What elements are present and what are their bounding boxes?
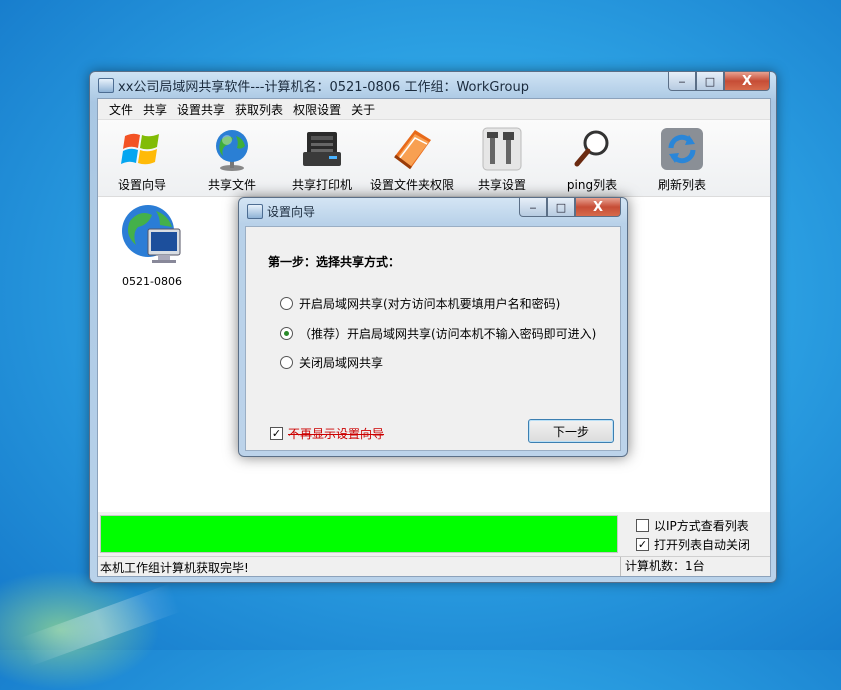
radio-label: （推荐）开启局域网共享(访问本机不输入密码即可进入) bbox=[299, 327, 597, 341]
tool-label: ping列表 bbox=[566, 178, 618, 192]
menu-permissions[interactable]: 权限设置 bbox=[288, 101, 346, 118]
progress-bar bbox=[100, 515, 618, 553]
tools-icon bbox=[479, 126, 525, 172]
menu-about[interactable]: 关于 bbox=[346, 101, 380, 118]
menu-set-share[interactable]: 设置共享 bbox=[172, 101, 230, 118]
bottom-panel: 以IP方式查看列表 ✓ 打开列表自动关闭 bbox=[98, 512, 770, 556]
globe-icon bbox=[209, 126, 255, 172]
radio-label: 开启局域网共享(对方访问本机要填用户名和密码) bbox=[299, 297, 561, 311]
close-button[interactable]: X bbox=[724, 72, 770, 91]
close-icon: X bbox=[741, 73, 753, 89]
statusbar: 本机工作组计算机获取完毕! 计算机数：1台 bbox=[98, 556, 770, 576]
tool-ping-list[interactable]: ping列表 bbox=[552, 126, 632, 193]
tool-share-settings[interactable]: 共享设置 bbox=[462, 126, 542, 193]
minimize-icon: ‒ bbox=[678, 74, 686, 88]
menu-file[interactable]: 文件 bbox=[104, 101, 138, 118]
caption-buttons: ‒ □ X bbox=[668, 72, 770, 91]
close-icon: X bbox=[592, 199, 604, 215]
step-heading: 第一步：选择共享方式： bbox=[268, 255, 401, 269]
tool-share-files[interactable]: 共享文件 bbox=[192, 126, 272, 193]
next-button[interactable]: 下一步 bbox=[528, 419, 614, 443]
tool-refresh-list[interactable]: 刷新列表 bbox=[642, 126, 722, 193]
radio-circle[interactable] bbox=[280, 297, 293, 310]
dialog-icon bbox=[247, 204, 263, 219]
ip-view-checkbox[interactable]: 以IP方式查看列表 bbox=[636, 517, 749, 534]
tool-label: 设置文件夹权限 bbox=[370, 178, 455, 192]
checkbox-box[interactable] bbox=[636, 519, 649, 532]
radio-circle-selected[interactable] bbox=[280, 327, 293, 340]
tool-label: 共享设置 bbox=[477, 178, 526, 192]
checkbox-label: 打开列表自动关闭 bbox=[654, 538, 751, 552]
maximize-button[interactable]: □ bbox=[696, 72, 724, 91]
tool-share-printer[interactable]: 共享打印机 bbox=[282, 126, 362, 193]
checkbox-box[interactable]: ✓ bbox=[270, 427, 283, 440]
checkbox-label: 以IP方式查看列表 bbox=[654, 519, 749, 533]
status-message: 本机工作组计算机获取完毕! bbox=[100, 561, 249, 575]
printer-icon bbox=[299, 126, 345, 172]
menu-get-list[interactable]: 获取列表 bbox=[230, 101, 288, 118]
radio-disable-share[interactable]: 关闭局域网共享 bbox=[280, 354, 383, 371]
radio-label: 关闭局域网共享 bbox=[299, 356, 384, 370]
dialog-close-button[interactable]: X bbox=[575, 198, 621, 217]
minimize-button[interactable]: ‒ bbox=[668, 72, 696, 91]
tool-setup-wizard[interactable]: 设置向导 bbox=[102, 126, 182, 193]
folder-book-icon bbox=[389, 126, 435, 172]
tool-label: 刷新列表 bbox=[657, 178, 706, 192]
tool-folder-permissions[interactable]: 设置文件夹权限 bbox=[370, 126, 455, 193]
auto-close-checkbox[interactable]: ✓ 打开列表自动关闭 bbox=[636, 536, 750, 553]
tool-label: 共享打印机 bbox=[291, 178, 352, 192]
maximize-icon: □ bbox=[555, 200, 567, 214]
computer-name: 0521-0806 bbox=[122, 275, 182, 288]
network-computer-icon bbox=[122, 205, 181, 263]
main-titlebar[interactable]: xx公司局域网共享软件---计算机名：0521-0806 工作组：WorkGro… bbox=[90, 72, 776, 98]
dialog-titlebar[interactable]: 设置向导 ‒ □ X bbox=[239, 198, 627, 222]
dialog-minimize-button[interactable]: ‒ bbox=[519, 198, 547, 217]
dialog-client: 第一步：选择共享方式： 开启局域网共享(对方访问本机要填用户名和密码) （推荐）… bbox=[245, 226, 621, 451]
maximize-icon: □ bbox=[704, 74, 716, 88]
computer-item[interactable]: 0521-0806 bbox=[116, 203, 188, 288]
toolbar: 设置向导 共享文件 共享打印机 设置文件夹权限 共享设置 ping列表 刷新列表 bbox=[98, 120, 770, 197]
setup-wizard-dialog: 设置向导 ‒ □ X 第一步：选择共享方式： 开启局域网共享(对方访问本机要填用… bbox=[238, 197, 628, 457]
checkbox-box[interactable]: ✓ bbox=[636, 538, 649, 551]
radio-share-with-password[interactable]: 开启局域网共享(对方访问本机要填用户名和密码) bbox=[280, 295, 560, 312]
magnifier-icon bbox=[569, 126, 615, 172]
checkbox-label: 不再显示设置向导 bbox=[288, 427, 385, 441]
tool-label: 设置向导 bbox=[117, 178, 166, 192]
menu-share[interactable]: 共享 bbox=[138, 101, 172, 118]
status-count: 计算机数：1台 bbox=[620, 557, 705, 576]
app-icon bbox=[98, 78, 114, 93]
menubar: 文件 共享 设置共享 获取列表 权限设置 关于 bbox=[98, 99, 770, 120]
dialog-caption-buttons: ‒ □ X bbox=[519, 198, 621, 217]
radio-circle[interactable] bbox=[280, 356, 293, 369]
dialog-title: 设置向导 bbox=[267, 205, 316, 219]
tool-label: 共享文件 bbox=[207, 178, 256, 192]
windows-flag-icon bbox=[119, 126, 165, 172]
dialog-maximize-button[interactable]: □ bbox=[547, 198, 575, 217]
radio-share-no-password[interactable]: （推荐）开启局域网共享(访问本机不输入密码即可进入) bbox=[280, 325, 596, 342]
dont-show-checkbox[interactable]: ✓ 不再显示设置向导 bbox=[270, 425, 384, 442]
window-title: xx公司局域网共享软件---计算机名：0521-0806 工作组：WorkGro… bbox=[118, 80, 529, 95]
refresh-icon bbox=[659, 126, 705, 172]
minimize-icon: ‒ bbox=[529, 200, 537, 214]
